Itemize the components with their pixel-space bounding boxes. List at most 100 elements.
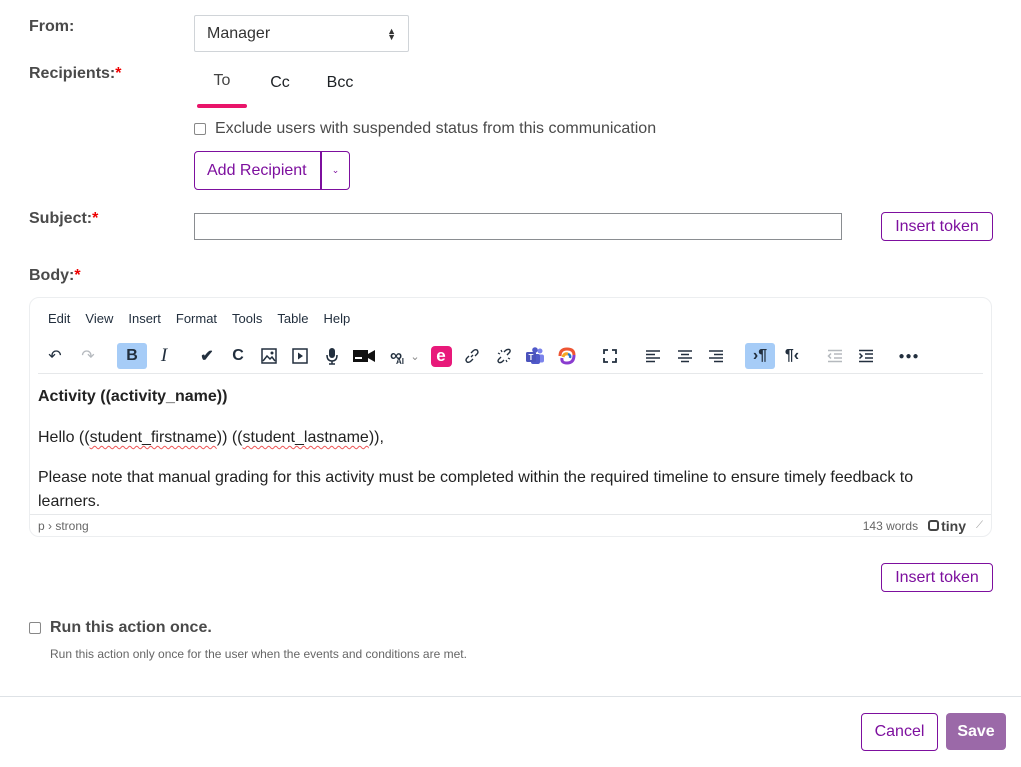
menu-view[interactable]: View	[85, 311, 113, 326]
tiny-brand-link[interactable]: tiny	[928, 518, 966, 534]
menu-help[interactable]: Help	[323, 311, 350, 326]
cancel-button[interactable]: Cancel	[861, 713, 938, 751]
subject-input[interactable]	[194, 213, 842, 240]
fullscreen-button[interactable]	[595, 343, 625, 369]
chevron-down-icon: ⌄	[331, 165, 340, 175]
subject-insert-token-button[interactable]: Insert token	[881, 212, 993, 241]
c-plugin-button[interactable]: C	[223, 343, 253, 369]
content-greeting: Hello ((student_firstname)) ((student_la…	[38, 426, 384, 450]
italic-icon: I	[160, 345, 168, 366]
outdent-button[interactable]	[820, 343, 850, 369]
align-center-icon	[678, 350, 692, 363]
greeting-suffix: )),	[368, 429, 384, 446]
svg-text:T: T	[529, 353, 534, 362]
resize-handle-icon[interactable]: ⟋	[976, 520, 983, 531]
more-icon: ●●●	[898, 350, 920, 362]
record-video-button[interactable]	[349, 343, 379, 369]
exclude-suspended-label: Exclude users with suspended status from…	[215, 120, 657, 137]
from-select[interactable]: Manager ▲ ▼	[194, 15, 409, 52]
unlink-button[interactable]	[489, 343, 519, 369]
e-plugin-icon: e	[430, 345, 452, 367]
rtl-button[interactable]: ¶‹	[777, 343, 807, 369]
required-marker: *	[115, 65, 122, 82]
editor-menubar: Edit View Insert Format Tools Table Help	[48, 311, 365, 326]
undo-button[interactable]: ↶	[40, 343, 70, 369]
menu-edit[interactable]: Edit	[48, 311, 70, 326]
image-icon	[261, 348, 277, 364]
teams-button[interactable]: T	[520, 343, 550, 369]
align-right-icon	[709, 350, 723, 363]
redo-button[interactable]: ↷	[73, 343, 103, 369]
e-plugin-button[interactable]: e	[426, 343, 456, 369]
run-once-hint: Run this action only once for the user w…	[50, 647, 467, 661]
save-button[interactable]: Save	[946, 713, 1006, 750]
link-button[interactable]	[457, 343, 487, 369]
more-button[interactable]: ●●●	[894, 343, 924, 369]
add-recipient-button[interactable]: Add Recipient	[195, 152, 320, 189]
accessibility-checker-icon: ✔	[200, 348, 214, 365]
ai-assistant-icon: ∞ AI	[389, 346, 404, 366]
tab-to[interactable]: To	[194, 62, 250, 108]
chevron-down-icon: ⌄	[410, 350, 420, 363]
undo-icon: ↶	[48, 348, 62, 365]
element-path[interactable]: p › strong	[38, 519, 89, 533]
bold-button[interactable]: B	[117, 343, 147, 369]
tiny-logo-icon	[928, 520, 940, 531]
add-recipient-split-button: Add Recipient ⌄	[194, 151, 350, 190]
colorful-swirl-icon	[558, 347, 576, 365]
body-insert-token-button[interactable]: Insert token	[881, 563, 993, 592]
image-button[interactable]	[254, 343, 284, 369]
bold-icon: B	[126, 347, 138, 364]
content-paragraph: Please note that manual grading for this…	[38, 469, 914, 510]
run-once-row: Run this action once.	[29, 619, 212, 637]
token-student-lastname: student_lastname	[242, 429, 369, 446]
unlink-icon	[497, 348, 511, 364]
align-left-icon	[646, 350, 660, 363]
align-right-button[interactable]	[701, 343, 731, 369]
exclude-suspended-checkbox[interactable]	[194, 123, 206, 135]
required-marker: *	[92, 210, 99, 227]
link-icon	[465, 348, 479, 364]
token-student-firstname: student_firstname	[89, 429, 217, 446]
fullscreen-icon	[603, 349, 617, 363]
tab-cc[interactable]: Cc	[250, 64, 310, 110]
outdent-icon	[827, 349, 842, 363]
rich-text-editor: Edit View Insert Format Tools Table Help…	[29, 297, 992, 537]
menu-tools[interactable]: Tools	[232, 311, 262, 326]
tab-bcc[interactable]: Bcc	[310, 64, 370, 110]
recipient-tabs: To Cc Bcc	[194, 64, 370, 110]
colorful-swirl-button[interactable]	[552, 343, 582, 369]
toolbar-divider	[38, 373, 983, 374]
record-audio-button[interactable]	[317, 343, 347, 369]
indent-button[interactable]	[851, 343, 881, 369]
from-label: From:	[29, 18, 75, 35]
media-button[interactable]	[285, 343, 315, 369]
from-select-value: Manager	[207, 24, 271, 42]
content-heading: Activity ((activity_name))	[38, 388, 228, 405]
ai-assistant-dropdown[interactable]: ⌄	[408, 343, 422, 369]
ai-assistant-button[interactable]: ∞ AI	[381, 343, 411, 369]
redo-icon: ↷	[81, 348, 95, 365]
ltr-icon: ›¶	[752, 347, 768, 364]
editor-statusbar: p › strong 143 words tiny ⟋	[30, 514, 991, 536]
menu-format[interactable]: Format	[176, 311, 217, 326]
editor-toolbar: ↶ ↷ B I ✔ C ∞ AI ⌄ e T ›¶ ¶‹ ●●●	[38, 341, 983, 371]
run-once-checkbox[interactable]	[29, 622, 41, 634]
microphone-icon	[326, 348, 338, 365]
recipients-label: Recipients:*	[29, 65, 121, 83]
add-recipient-dropdown-toggle[interactable]: ⌄	[320, 152, 349, 189]
menu-insert[interactable]: Insert	[128, 311, 161, 326]
align-left-button[interactable]	[638, 343, 668, 369]
ltr-button[interactable]: ›¶	[745, 343, 775, 369]
c-plugin-icon: C	[232, 347, 244, 364]
accessibility-checker-button[interactable]: ✔	[192, 343, 222, 369]
word-count[interactable]: 143 words	[863, 519, 918, 533]
body-label-text: Body:	[29, 267, 75, 284]
body-label: Body:*	[29, 267, 81, 285]
italic-button[interactable]: I	[149, 343, 179, 369]
subject-label-text: Subject:	[29, 210, 93, 227]
menu-table[interactable]: Table	[277, 311, 308, 326]
align-center-button[interactable]	[670, 343, 700, 369]
teams-icon: T	[526, 347, 544, 364]
tiny-brand-text: tiny	[941, 517, 966, 534]
